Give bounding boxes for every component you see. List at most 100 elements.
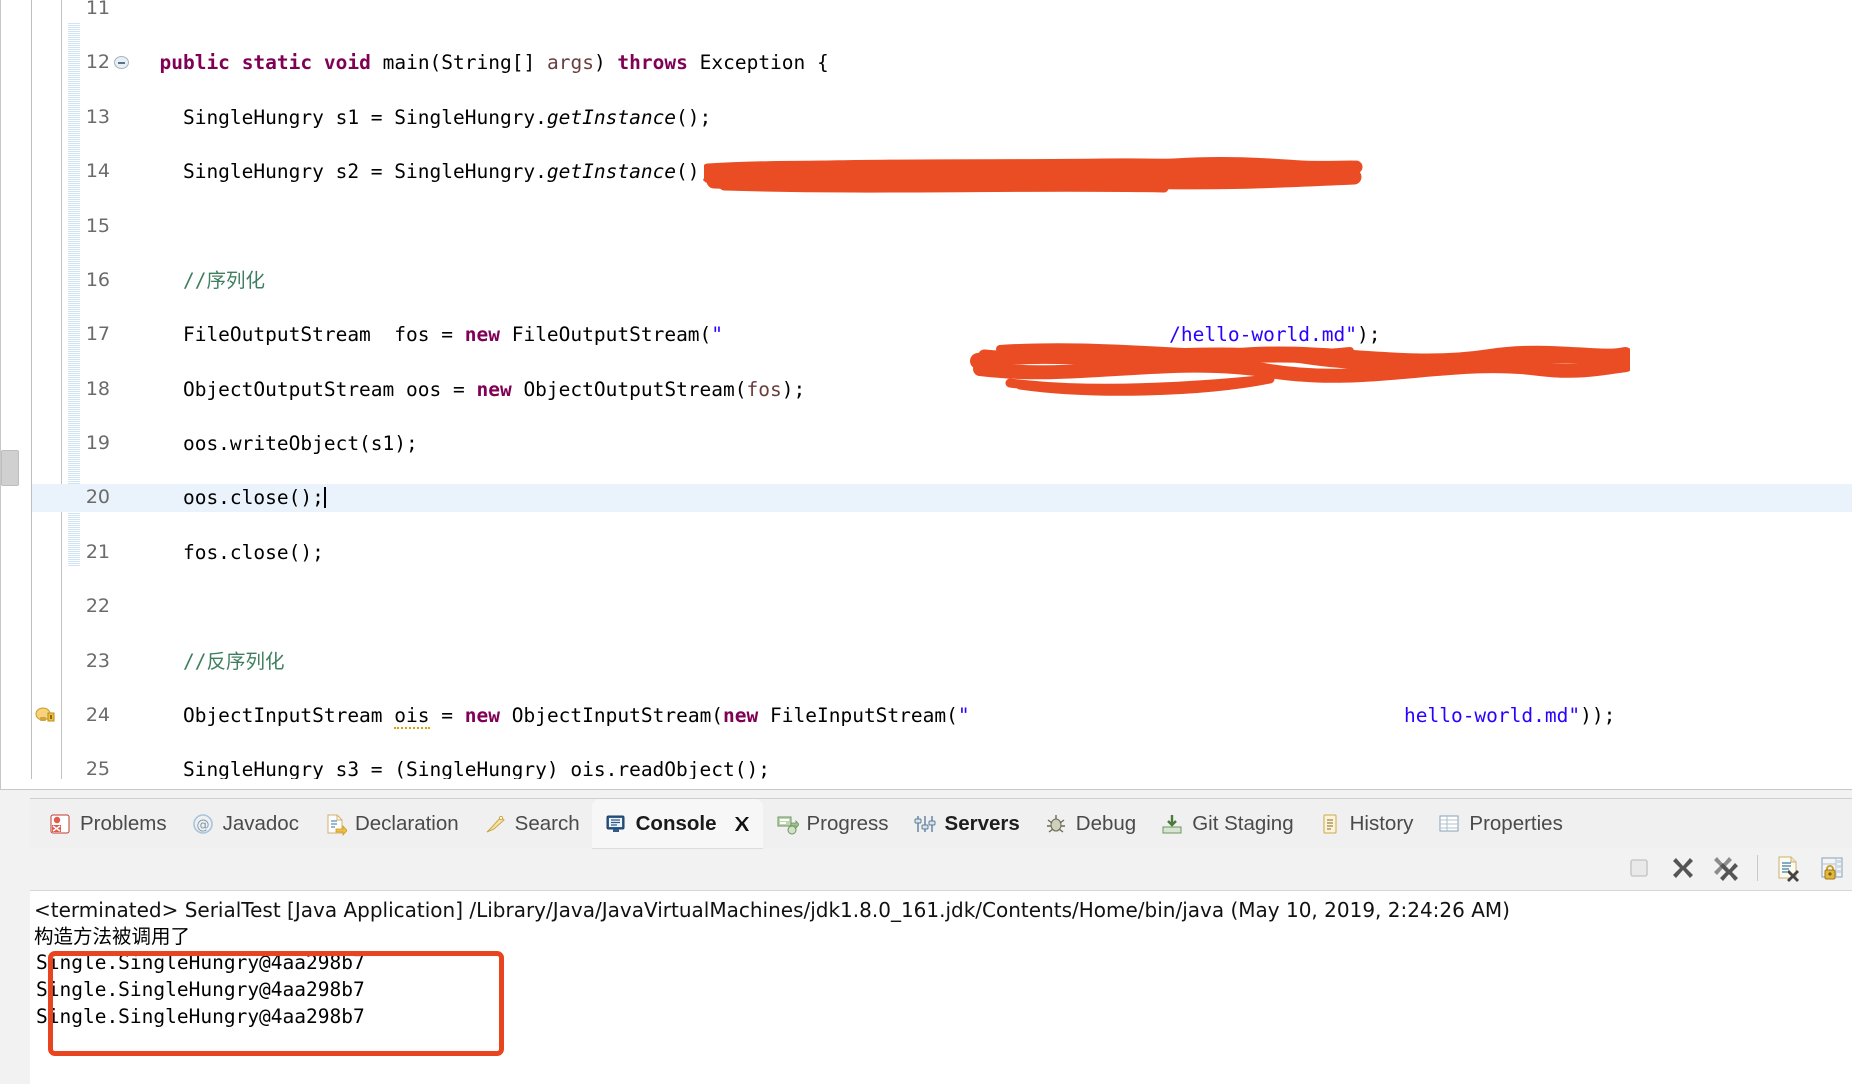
tab-search[interactable]: Search	[471, 799, 592, 849]
code-text-14: SingleHungry s2 = SingleHungry.getInstan…	[136, 160, 712, 184]
tab-label: Search	[514, 812, 580, 835]
code-line-21[interactable]: 21 fos.close();	[32, 539, 1852, 566]
code-line-24[interactable]: 24 ObjectInputStream ois = new ObjectInp…	[32, 702, 1852, 730]
line-number-17: 17	[85, 323, 110, 346]
problems-icon	[48, 812, 72, 836]
editor-scroll-thumb[interactable]	[1, 450, 19, 486]
fold-collapse-icon[interactable]	[114, 56, 129, 70]
view-tab-bar[interactable]: Problems @ Javadoc Declaration Search Console…	[30, 798, 1852, 849]
tab-label: Problems	[80, 812, 167, 835]
code-text-24: ObjectInputStream ois = new ObjectInputS…	[136, 704, 1616, 730]
tab-label: Declaration	[354, 812, 459, 835]
code-line-11[interactable]: 11	[32, 0, 1852, 22]
code-line-22[interactable]: 22	[32, 593, 1852, 620]
line-number-19: 19	[85, 432, 110, 455]
tab-label: Servers	[944, 812, 1020, 835]
console-icon	[604, 812, 628, 836]
editor-frame: 11 12 public static void main(String[] ar…	[31, 0, 1852, 779]
tab-label: Console	[635, 812, 717, 835]
progress-icon	[775, 812, 800, 836]
svg-text:@: @	[196, 818, 209, 833]
code-line-17[interactable]: 17 FileOutputStream fos = new FileOutput…	[32, 321, 1852, 348]
code-text-25: SingleHungry s3 = (SingleHungry) ois.rea…	[136, 758, 770, 779]
console-output-line: Single.SingleHungry@4aa298b7	[36, 951, 365, 974]
code-text-13: SingleHungry s1 = SingleHungry.getInstan…	[136, 105, 712, 129]
code-line-23[interactable]: 23 //反序列化	[32, 648, 1852, 675]
tab-label: Debug	[1075, 812, 1137, 835]
code-line-25[interactable]: 25 SingleHungry s3 = (SingleHungry) ois.…	[32, 756, 1852, 779]
line-number-15: 15	[85, 214, 110, 237]
tab-javadoc[interactable]: @ Javadoc	[179, 799, 311, 849]
code-line-15[interactable]: 15	[32, 213, 1852, 240]
code-line-18[interactable]: 18 ObjectOutputStream oos = new ObjectOu…	[32, 376, 1852, 403]
console-view[interactable]: <terminated> SerialTest [Java Applicatio…	[30, 890, 1852, 1084]
code-text-19: oos.writeObject(s1);	[136, 432, 418, 456]
tab-servers[interactable]: Servers	[901, 799, 1032, 849]
line-number-13: 13	[85, 105, 110, 128]
toolbar-separator	[1757, 855, 1758, 881]
code-line-12[interactable]: 12 public static void main(String[] args…	[32, 49, 1852, 76]
code-text-23: //反序列化	[182, 649, 285, 673]
remove-launch-button[interactable]	[1669, 854, 1697, 882]
console-output: Single.SingleHungry@4aa298b7 Single.Singl…	[30, 949, 1852, 1030]
tab-declaration[interactable]: Declaration	[311, 799, 471, 849]
javadoc-icon: @	[191, 812, 215, 836]
tab-problems[interactable]: Problems	[36, 799, 179, 849]
debug-icon	[1044, 812, 1068, 836]
tab-history[interactable]: History	[1306, 799, 1426, 849]
code-line-20[interactable]: 20 oos.close();	[32, 484, 1852, 512]
history-icon	[1318, 812, 1342, 836]
code-line-14[interactable]: 14 SingleHungry s2 = SingleHungry.getIns…	[32, 158, 1852, 185]
console-launch-header: <terminated> SerialTest [Java Applicatio…	[34, 898, 1510, 922]
properties-icon	[1437, 812, 1461, 836]
code-text-21: fos.close();	[136, 540, 324, 564]
console-output-line: Single.SingleHungry@4aa298b7	[36, 1005, 365, 1028]
console-line-chinese: 构造方法被调用了	[34, 925, 191, 948]
bottom-panel: Problems @ Javadoc Declaration Search Console…	[0, 790, 1852, 1084]
tab-debug[interactable]: Debug	[1032, 799, 1148, 849]
console-toolbar[interactable]	[1625, 850, 1846, 886]
line-number-22: 22	[85, 595, 110, 618]
console-output-line: Single.SingleHungry@4aa298b7	[36, 978, 365, 1001]
code-line-16[interactable]: 16 //序列化	[32, 267, 1852, 294]
line-number-21: 21	[85, 540, 110, 563]
view-tabs[interactable]: Problems @ Javadoc Declaration Search Console…	[36, 799, 1575, 849]
code-lines[interactable]: 11 12 public static void main(String[] ar…	[32, 0, 1852, 779]
tab-properties[interactable]: Properties	[1425, 799, 1574, 849]
code-text-18: ObjectOutputStream oos = new ObjectOutpu…	[136, 377, 806, 401]
scroll-lock-button[interactable]	[1818, 854, 1846, 882]
remove-all-terminated-button[interactable]	[1713, 854, 1741, 882]
eclipse-ide-window: 11 12 public static void main(String[] ar…	[0, 0, 1852, 1084]
close-icon[interactable]	[731, 814, 751, 834]
java-editor[interactable]: 11 12 public static void main(String[] ar…	[0, 0, 1852, 790]
git-staging-icon	[1160, 812, 1184, 836]
tab-label: Git Staging	[1192, 812, 1294, 835]
tab-label: Javadoc	[222, 812, 299, 835]
search-icon	[483, 812, 507, 836]
code-text-20: oos.close();	[136, 486, 326, 510]
warning-bulb-icon[interactable]	[35, 705, 57, 725]
line-number-11: 11	[85, 0, 110, 19]
terminate-button	[1625, 854, 1653, 882]
line-number-14: 14	[85, 160, 110, 183]
line-number-16: 16	[85, 268, 110, 291]
line-number-12: 12	[85, 51, 110, 74]
clear-console-button[interactable]	[1774, 854, 1802, 882]
code-text-17: FileOutputStream fos = new FileOutputStr…	[136, 323, 1381, 347]
tab-label: Progress	[806, 812, 889, 835]
tab-label: Properties	[1469, 812, 1563, 835]
tab-console[interactable]: Console	[591, 799, 763, 849]
code-text-12: public static void main(String[] args) t…	[159, 51, 829, 75]
line-number-20: 20	[85, 486, 110, 509]
tab-progress[interactable]: Progress	[763, 799, 901, 849]
tab-git-staging[interactable]: Git Staging	[1148, 799, 1305, 849]
declaration-icon	[323, 812, 348, 837]
servers-icon	[913, 812, 937, 836]
code-text-16: //序列化	[182, 268, 265, 292]
line-number-18: 18	[85, 377, 110, 400]
line-number-23: 23	[85, 649, 110, 672]
tab-label: History	[1349, 812, 1414, 835]
code-line-13[interactable]: 13 SingleHungry s1 = SingleHungry.getIns…	[32, 104, 1852, 131]
code-line-19[interactable]: 19 oos.writeObject(s1);	[32, 430, 1852, 457]
line-number-25: 25	[85, 758, 110, 779]
